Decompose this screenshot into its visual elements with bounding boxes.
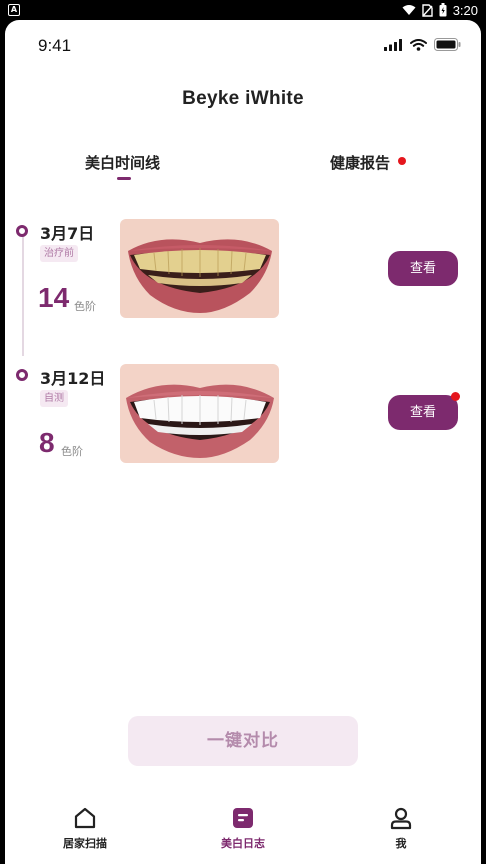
nav-home-scan[interactable]: 居家扫描 xyxy=(35,806,135,851)
status-icons xyxy=(384,38,461,51)
battery-icon xyxy=(439,3,447,17)
battery-icon xyxy=(434,38,461,51)
entry-score-unit: 色阶 xyxy=(74,300,96,313)
nav-whitening-journal[interactable]: 美白日志 xyxy=(193,806,293,851)
teeth-after-photo[interactable] xyxy=(120,364,279,463)
app-title: Beyke iWhite xyxy=(182,88,304,109)
no-sim-icon xyxy=(421,3,433,17)
system-clock: 3:20 xyxy=(452,2,478,18)
view-button[interactable]: 查看 xyxy=(388,395,458,430)
notification-dot xyxy=(398,157,406,165)
signal-icon xyxy=(384,38,402,51)
one-click-compare-button[interactable]: 一键对比 xyxy=(128,716,358,766)
tab-whitening-timeline[interactable]: 美白时间线 xyxy=(85,152,160,173)
tab-health-report[interactable]: 健康报告 xyxy=(330,152,390,173)
entry-score: 14 xyxy=(38,282,70,313)
nav-me[interactable]: 我 xyxy=(351,806,451,851)
home-icon xyxy=(74,807,96,829)
system-status-icons: 3:20 xyxy=(402,2,478,18)
app-screen: 9:41 Beyke iWhite 美白时间线 健康报告 3月7日 治疗前 14… xyxy=(5,20,481,864)
journal-icon xyxy=(233,808,253,828)
profile-icon xyxy=(390,807,412,830)
entry-tag: 自测 xyxy=(40,390,68,407)
timeline-connector xyxy=(22,232,24,356)
status-bar: 9:41 xyxy=(5,20,481,72)
nav-label: 美白日志 xyxy=(221,837,265,850)
notification-dot xyxy=(451,392,460,401)
view-button[interactable]: 查看 xyxy=(388,251,458,286)
system-status-bar: A 3:20 xyxy=(0,0,486,20)
timeline-node xyxy=(16,225,28,237)
wifi-icon xyxy=(402,5,416,15)
app-notification-icon: A xyxy=(8,4,20,16)
teeth-before-photo[interactable] xyxy=(120,219,279,318)
entry-score: 8 xyxy=(39,427,55,458)
entry-date: 3月7日 xyxy=(40,224,95,243)
nav-label: 我 xyxy=(395,837,407,850)
entry-score-unit: 色阶 xyxy=(61,445,83,458)
active-tab-indicator xyxy=(117,177,131,180)
entry-date: 3月12日 xyxy=(40,369,106,388)
nav-label: 居家扫描 xyxy=(63,837,107,850)
wifi-icon xyxy=(410,38,427,51)
entry-tag: 治疗前 xyxy=(40,245,78,262)
status-time: 9:41 xyxy=(38,36,72,55)
timeline-node xyxy=(16,369,28,381)
bottom-navigation: 居家扫描 美白日志 我 xyxy=(5,798,481,864)
